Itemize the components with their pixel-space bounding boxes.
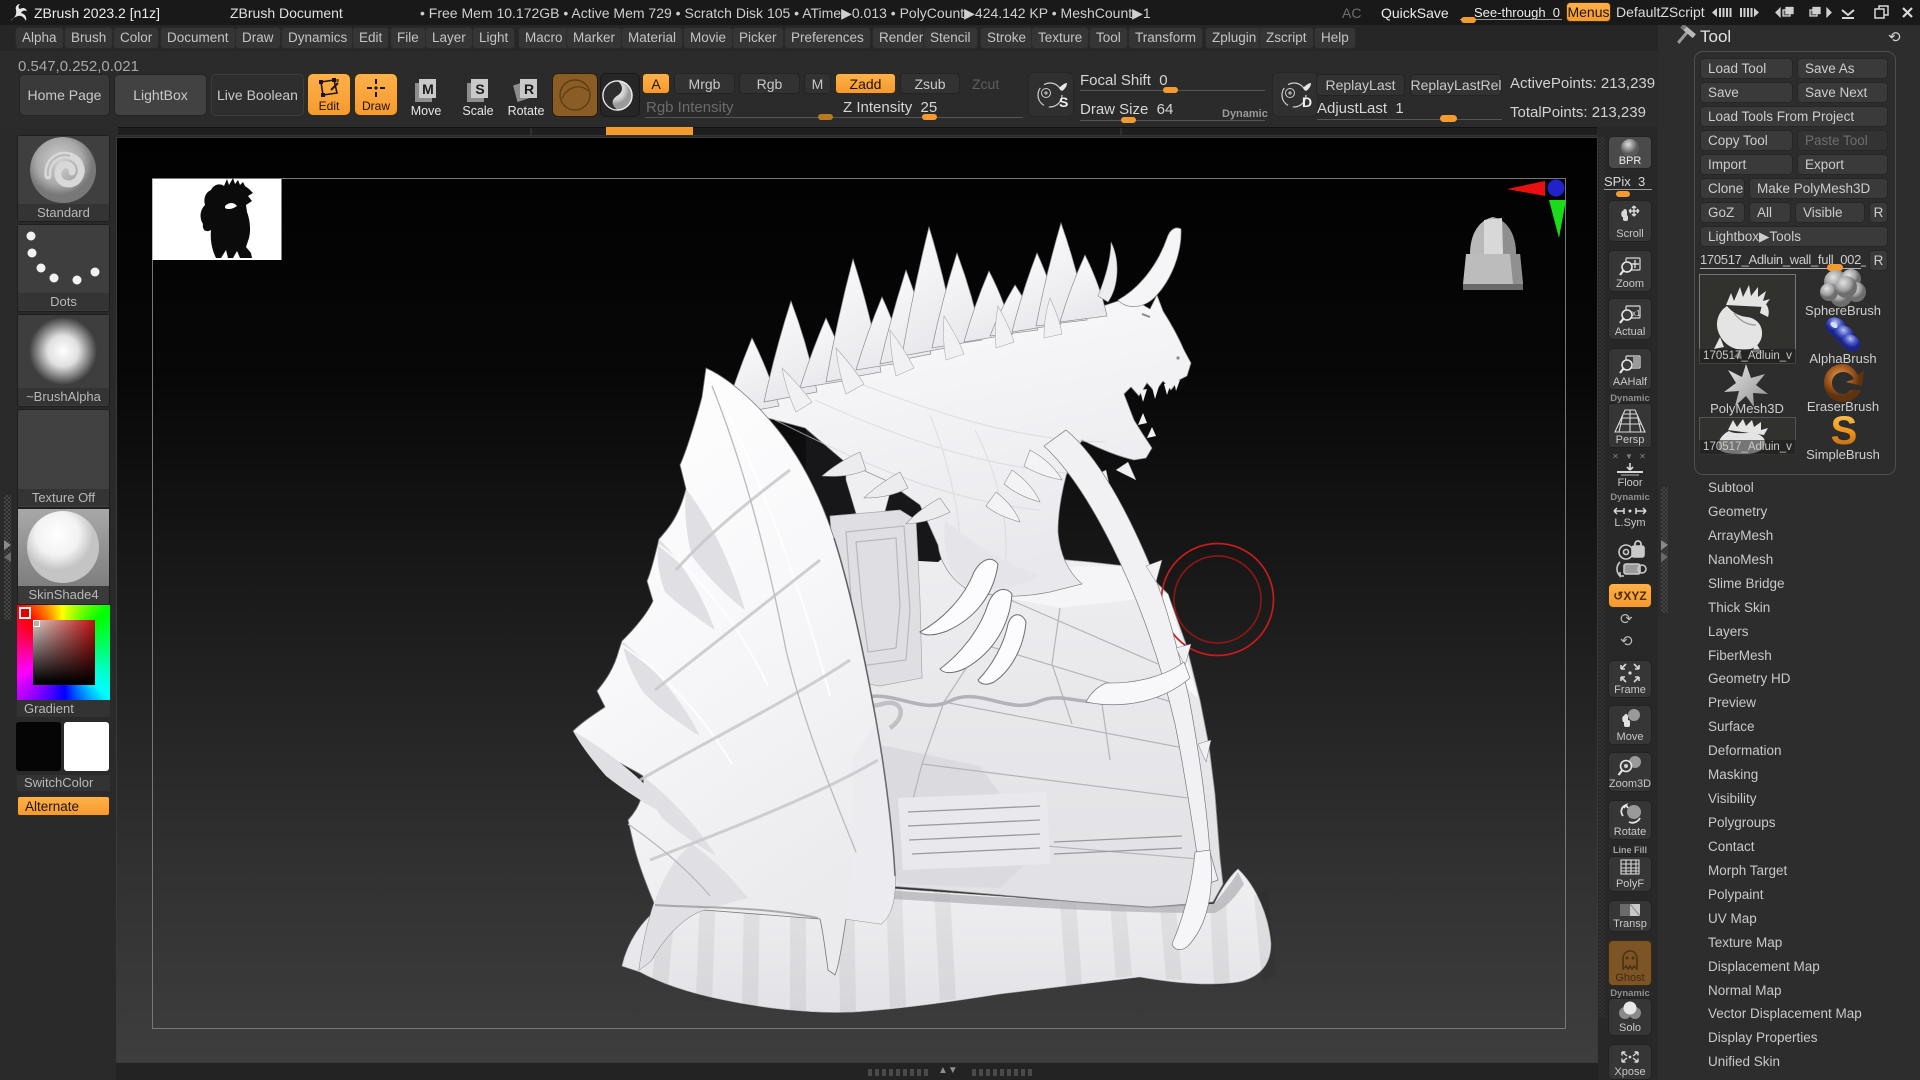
svg-text:Rotate: Rotate <box>508 104 545 117</box>
svg-text:S: S <box>1831 409 1858 452</box>
svg-text:R: R <box>524 81 534 97</box>
svg-text:M: M <box>422 81 434 97</box>
svg-text:x1: x1 <box>1632 309 1641 318</box>
svg-text:S: S <box>475 81 484 97</box>
svg-text:S: S <box>1059 94 1068 110</box>
svg-text:D: D <box>1302 94 1312 110</box>
svg-text:Scale: Scale <box>462 104 493 117</box>
svg-text:Move: Move <box>411 104 442 117</box>
